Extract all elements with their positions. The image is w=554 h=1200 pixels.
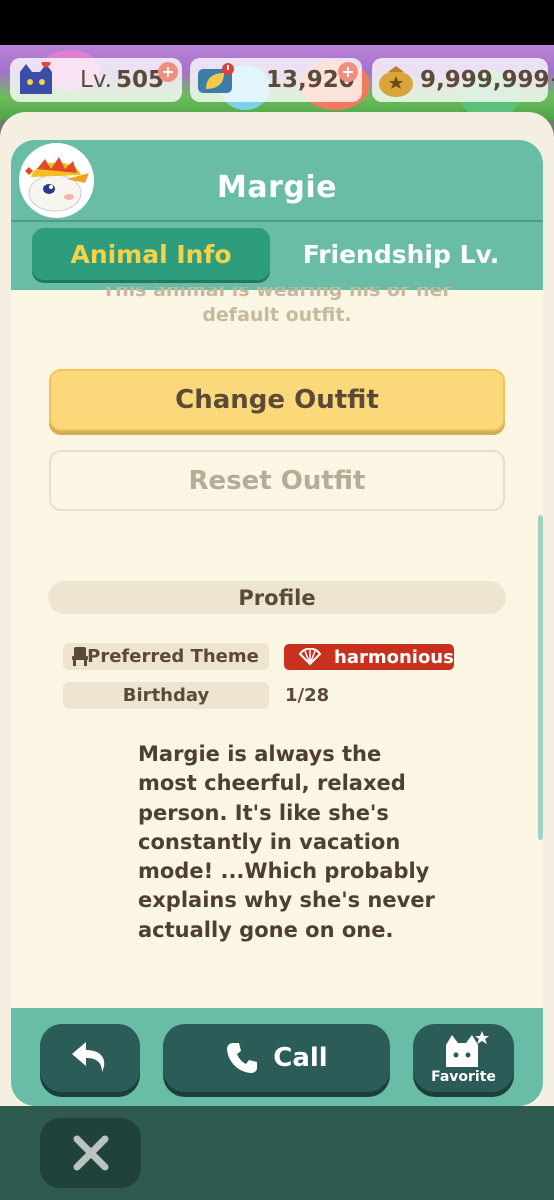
level-value: 505	[115, 67, 164, 93]
level-display: Lv. 505 +	[10, 58, 182, 102]
birthday-value: 1/28	[285, 685, 330, 706]
back-button[interactable]	[40, 1024, 140, 1092]
add-level-icon[interactable]: +	[158, 62, 178, 82]
status-bar	[0, 0, 554, 45]
card-header: Margie Animal Info Friendship Lv.	[11, 140, 543, 290]
call-label: Call	[273, 1043, 328, 1073]
add-tickets-icon[interactable]: +	[338, 62, 358, 82]
change-outfit-button[interactable]: Change Outfit	[49, 369, 505, 431]
scrollbar[interactable]	[538, 515, 543, 840]
close-icon	[73, 1135, 108, 1171]
fan-icon	[298, 648, 322, 666]
birthday-label: Birthday	[63, 682, 269, 709]
bell-bag-icon	[379, 66, 413, 97]
back-arrow-icon	[72, 1042, 105, 1072]
favorite-label: Favorite	[431, 1069, 496, 1085]
chair-icon	[72, 647, 88, 666]
preferred-theme-text: Preferred Theme	[87, 646, 259, 667]
phone-icon	[227, 1043, 258, 1073]
theme-badge: harmonious	[284, 644, 454, 670]
cat-icon	[20, 62, 52, 94]
outfit-description-line1: This animal is wearing his or her	[102, 287, 452, 301]
bells-value: 9,999,999+	[420, 67, 554, 93]
villager-card: Margie Animal Info Friendship Lv. This a…	[11, 140, 543, 1108]
tab-animal-info[interactable]: Animal Info	[32, 228, 270, 280]
favorite-button[interactable]: Favorite	[413, 1024, 514, 1092]
leaf-ticket-icon	[198, 63, 234, 93]
outfit-description: This animal is wearing his or her defaul…	[11, 287, 543, 329]
villager-bio: Margie is always the most cheerful, rela…	[138, 742, 435, 942]
close-button[interactable]	[40, 1118, 141, 1188]
leaf-tickets-display: 13,920 +	[190, 58, 362, 102]
outfit-description-line2: default outfit.	[202, 304, 352, 326]
call-button[interactable]: Call	[163, 1024, 390, 1092]
level-label: Lv.	[80, 67, 112, 93]
bells-display: 9,999,999+	[372, 58, 554, 102]
cat-star-icon	[445, 1031, 489, 1067]
preferred-theme-label: Preferred Theme	[63, 643, 269, 670]
profile-header: Profile	[48, 581, 506, 614]
villager-name-title: Margie	[217, 170, 337, 205]
theme-value: harmonious	[334, 646, 454, 668]
reset-outfit-button[interactable]: Reset Outfit	[49, 450, 505, 511]
tab-friendship-level[interactable]: Friendship Lv.	[281, 228, 521, 280]
header-divider	[11, 220, 543, 222]
